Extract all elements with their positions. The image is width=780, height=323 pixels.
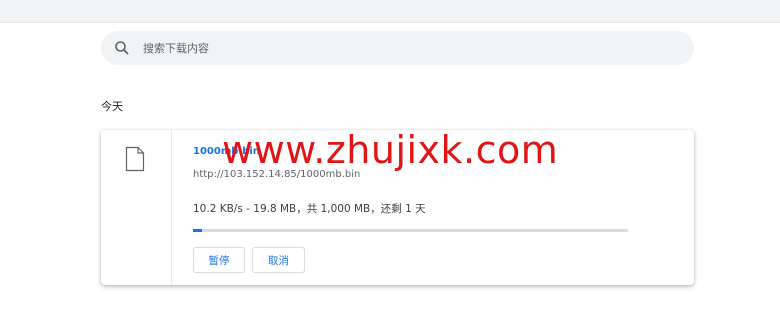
downloads-page: 今天 1000mb.bin http://103.152.14.85/1000m… xyxy=(0,0,780,323)
search-icon xyxy=(113,39,131,57)
download-progress-fill xyxy=(193,229,202,232)
download-status: 10.2 KB/s - 19.8 MB，共 1,000 MB，还剩 1 天 xyxy=(193,203,426,215)
search-bar[interactable] xyxy=(101,31,694,65)
pause-button[interactable]: 暂停 xyxy=(193,247,245,273)
browser-toolbar xyxy=(0,0,780,23)
cancel-button[interactable]: 取消 xyxy=(252,247,305,273)
watermark-text: www.zhujixk.com xyxy=(222,128,559,172)
file-icon-column xyxy=(101,130,172,285)
date-section-header: 今天 xyxy=(101,100,123,113)
file-icon xyxy=(125,146,145,172)
search-input[interactable] xyxy=(141,40,665,56)
download-progress-bar xyxy=(193,229,628,232)
